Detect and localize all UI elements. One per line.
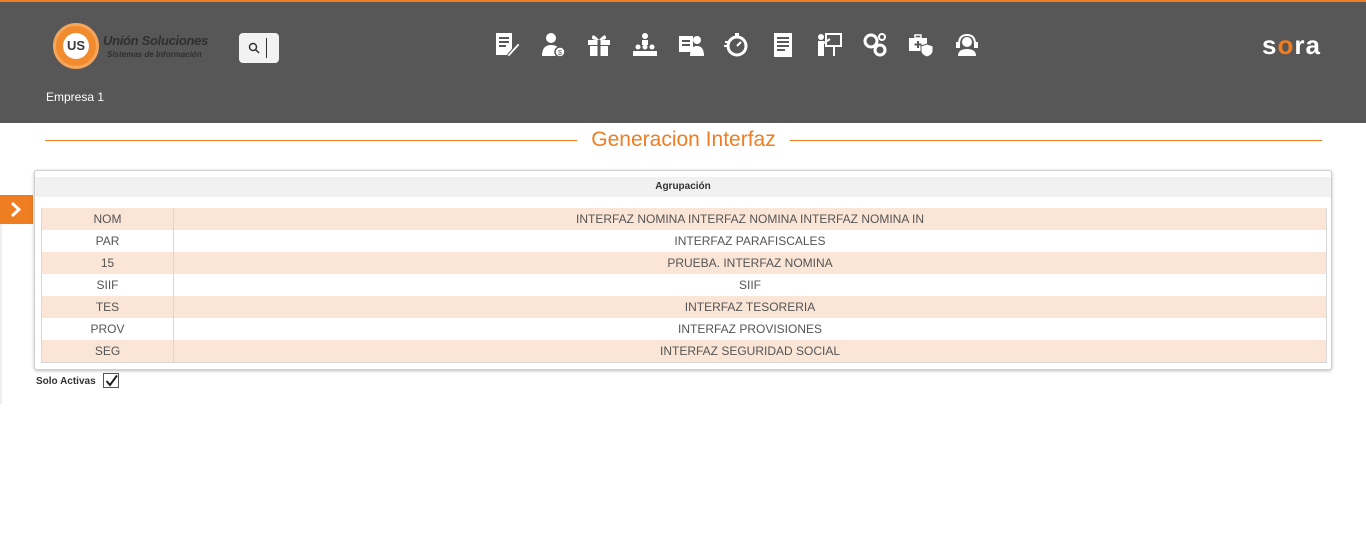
stopwatch-icon[interactable] xyxy=(722,30,752,60)
brand-accent: o xyxy=(1277,30,1295,60)
title-divider-right xyxy=(790,140,1322,141)
table-row[interactable]: SIIF SIIF xyxy=(42,274,1326,296)
medical-shield-icon[interactable] xyxy=(906,30,936,60)
company-logo[interactable]: US Unión Soluciones Sistemas de Informac… xyxy=(53,23,223,69)
row-name: INTERFAZ SEGURIDAD SOCIAL xyxy=(659,344,841,358)
row-name: SIIF xyxy=(738,278,761,292)
brand-part-1: s xyxy=(1262,30,1278,60)
checkmark-icon xyxy=(105,374,118,387)
row-code: NOM xyxy=(42,208,174,230)
row-name: INTERFAZ PARAFISCALES xyxy=(674,234,826,248)
brand-part-2: ra xyxy=(1294,30,1321,60)
support-agent-icon[interactable] xyxy=(952,30,982,60)
report-icon[interactable] xyxy=(768,30,798,60)
sora-brand-logo[interactable]: sora xyxy=(1262,30,1321,61)
sidebar-toggle-button[interactable] xyxy=(0,195,33,224)
solo-activas-checkbox[interactable] xyxy=(103,373,119,388)
row-code: TES xyxy=(42,296,174,318)
row-code: SIIF xyxy=(42,274,174,296)
table-row[interactable]: PROV INTERFAZ PROVISIONES xyxy=(42,318,1326,340)
search-icon xyxy=(248,42,260,54)
gift-icon[interactable] xyxy=(584,30,614,60)
logo-mark: US xyxy=(63,33,89,59)
row-code: PAR xyxy=(42,230,174,252)
logo-circle: US xyxy=(53,23,99,69)
table-row[interactable]: NOM INTERFAZ NOMINA INTERFAZ NOMINA INTER… xyxy=(42,208,1326,230)
row-code: PROV xyxy=(42,318,174,340)
table-row[interactable]: TES INTERFAZ TESORERIA xyxy=(42,296,1326,318)
search-caret xyxy=(266,38,267,58)
page-title-row: Generacion Interfaz xyxy=(45,128,1322,154)
row-code: SEG xyxy=(42,340,174,362)
sidebar-edge xyxy=(0,224,3,404)
row-name: PRUEBA. INTERFAZ NOMINA xyxy=(667,256,833,270)
agrupacion-table: NOM INTERFAZ NOMINA INTERFAZ NOMINA INTER… xyxy=(41,208,1327,363)
chevron-right-icon xyxy=(10,202,22,217)
row-name: INTERFAZ NOMINA INTERFAZ NOMINA INTERFAZ… xyxy=(575,212,925,226)
row-code: 15 xyxy=(42,252,174,274)
table-row[interactable]: PAR INTERFAZ PARAFISCALES xyxy=(42,230,1326,252)
row-name: INTERFAZ TESORERIA xyxy=(684,300,816,314)
logo-title: Unión Soluciones xyxy=(103,33,208,48)
table-row[interactable]: 15 PRUEBA. INTERFAZ NOMINA xyxy=(42,252,1326,274)
user-card-icon[interactable] xyxy=(676,30,706,60)
svg-text:$: $ xyxy=(558,50,562,57)
presentation-icon[interactable] xyxy=(814,30,844,60)
table-row[interactable]: SEG INTERFAZ SEGURIDAD SOCIAL xyxy=(42,340,1326,362)
agrupacion-panel: Agrupación NOM INTERFAZ NOMINA INTERFAZ N… xyxy=(34,170,1332,370)
solo-activas-label: Solo Activas xyxy=(36,376,96,387)
row-name: INTERFAZ PROVISIONES xyxy=(677,322,823,336)
search-button[interactable] xyxy=(239,33,279,63)
logo-subtitle: Sistemas de Información xyxy=(107,50,202,59)
document-edit-icon[interactable] xyxy=(492,30,522,60)
top-bar: US Unión Soluciones Sistemas de Informac… xyxy=(0,0,1366,123)
table-header: Agrupación xyxy=(35,177,1331,197)
gears-icon[interactable] xyxy=(860,30,890,60)
user-money-icon[interactable]: $ xyxy=(538,30,568,60)
hierarchy-icon[interactable] xyxy=(630,30,660,60)
company-name: Empresa 1 xyxy=(46,90,105,104)
